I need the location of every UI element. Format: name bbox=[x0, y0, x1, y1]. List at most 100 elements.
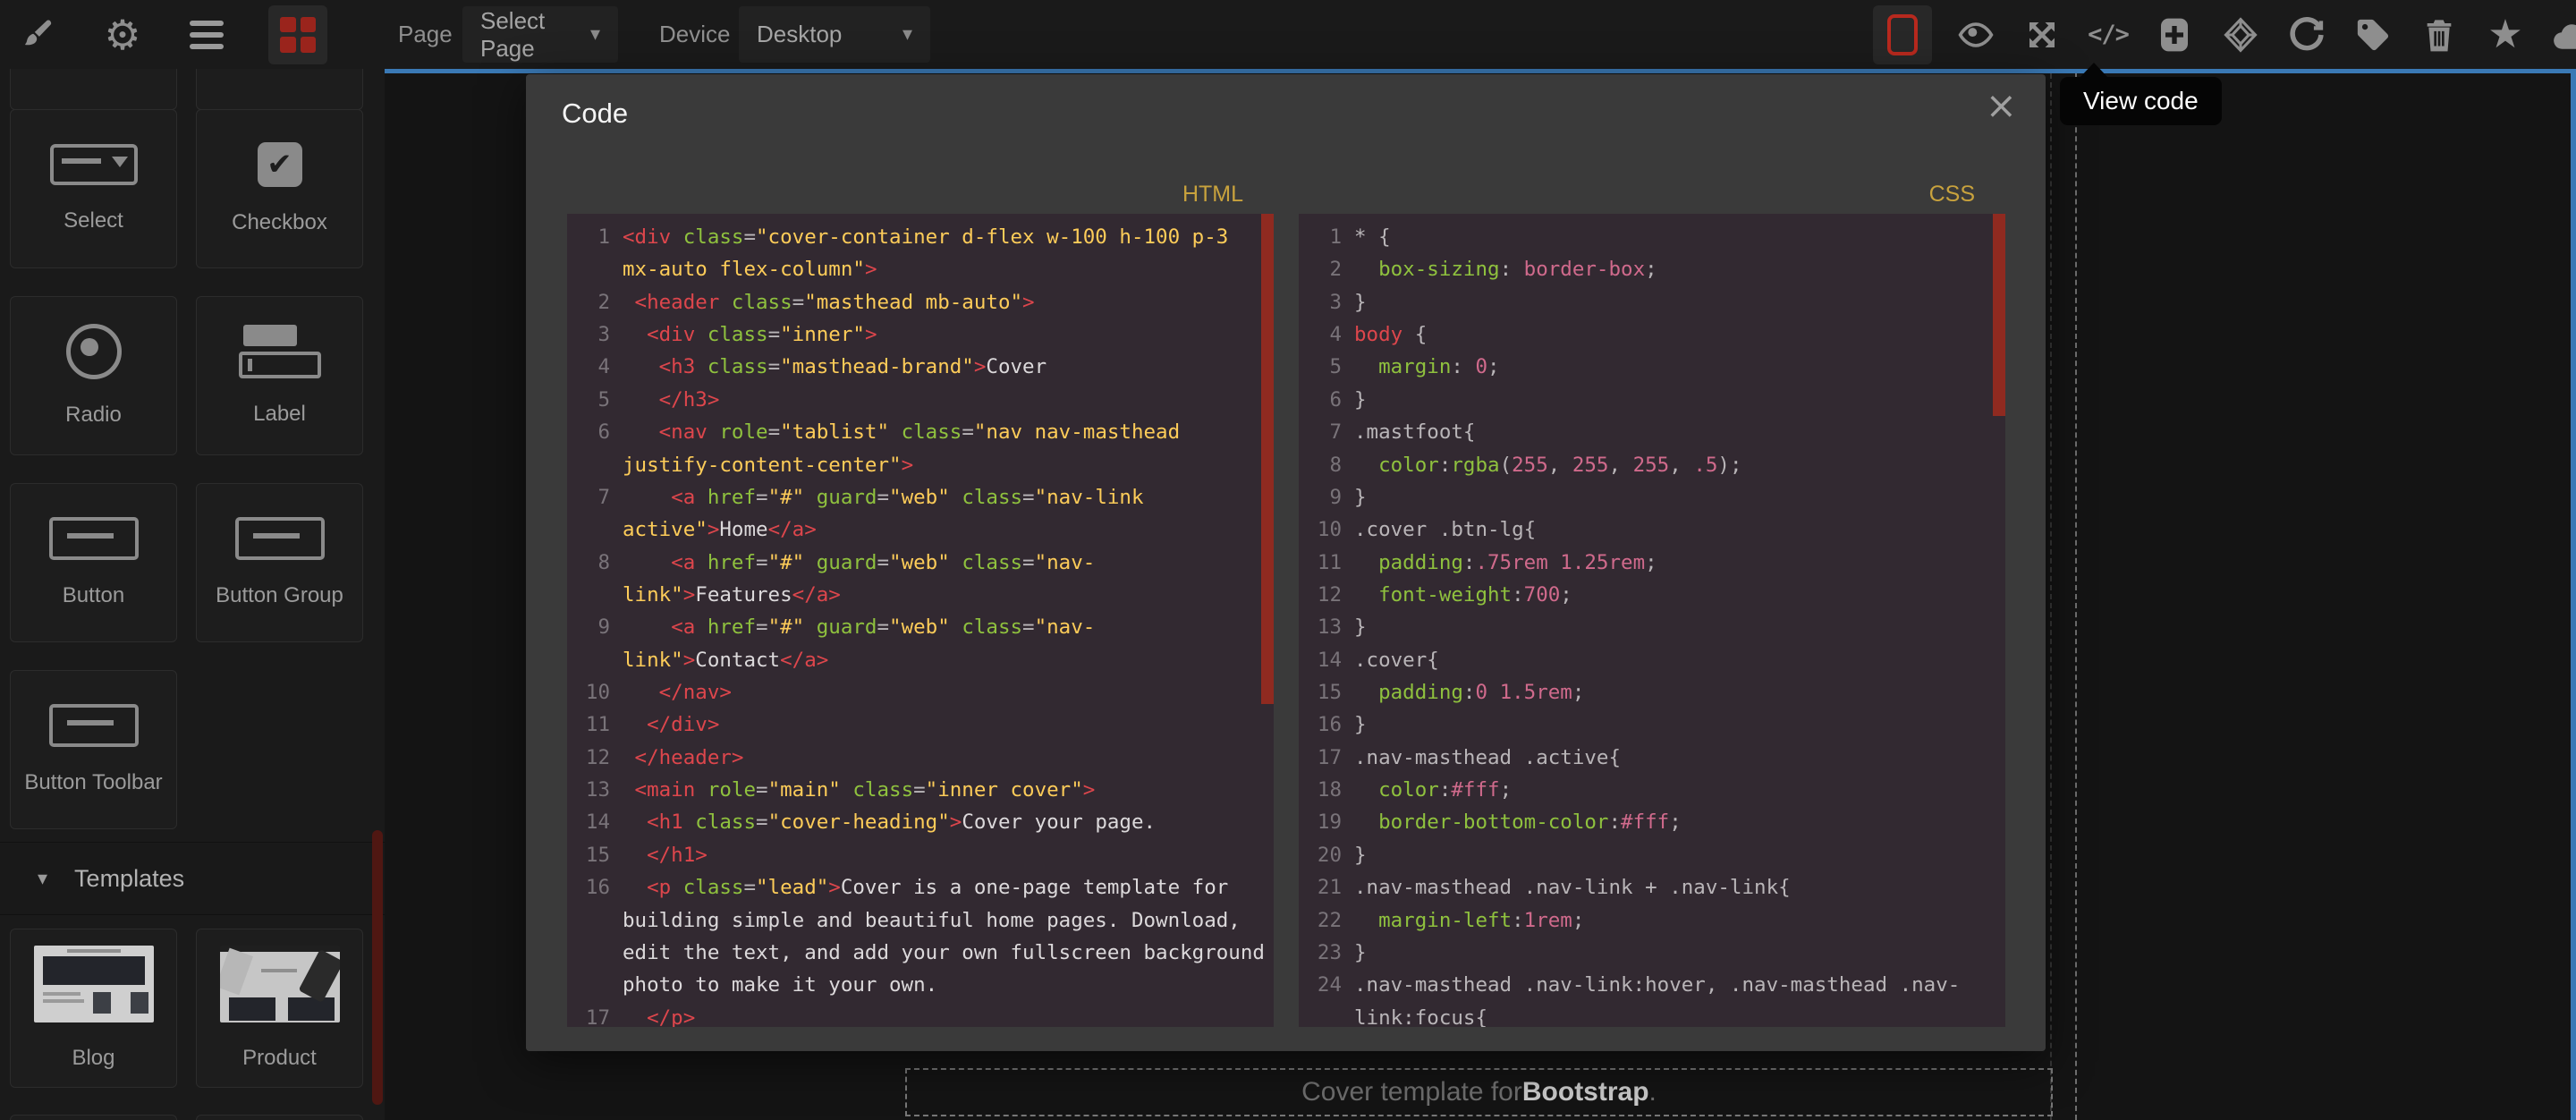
code-line: 19 border-bottom-color:#fff; bbox=[1306, 806, 2005, 838]
line-number: 2 bbox=[574, 286, 610, 318]
block-card-radio[interactable]: Radio bbox=[10, 296, 177, 455]
line-number: 4 bbox=[574, 351, 610, 383]
preview-eye-icon[interactable] bbox=[1953, 5, 1998, 64]
code-line: 16} bbox=[1306, 708, 2005, 741]
sidebar-scrollbar-thumb[interactable] bbox=[372, 830, 383, 1105]
code-line: 18 color:#fff; bbox=[1306, 774, 2005, 806]
block-card-button-group[interactable]: Button Group bbox=[196, 483, 363, 642]
blocks-grid: SelectCheckboxRadio Label Button Button Gro… bbox=[0, 109, 385, 829]
line-number: 19 bbox=[1306, 806, 1342, 838]
line-number: 12 bbox=[574, 742, 610, 774]
html-scrollbar-thumb[interactable] bbox=[1261, 214, 1274, 704]
line-number: 16 bbox=[574, 871, 610, 904]
code-line: 15 padding:0 1.5rem; bbox=[1306, 676, 2005, 708]
block-card-select[interactable]: Select bbox=[10, 109, 177, 268]
block-label: Product bbox=[242, 1046, 317, 1071]
blocks-row-partial bbox=[10, 69, 385, 110]
view-code-icon[interactable]: </> bbox=[2086, 5, 2131, 64]
star-icon[interactable]: ★ bbox=[2483, 5, 2528, 64]
fullscreen-icon[interactable] bbox=[2020, 5, 2064, 64]
component-dashed-border bbox=[2075, 73, 2077, 1120]
toolbar-left-icons: ⚙ bbox=[16, 0, 327, 69]
code-line: justify-content-center"> bbox=[574, 449, 1274, 481]
block-card-product[interactable]: Product bbox=[196, 929, 363, 1088]
block-card-partial[interactable] bbox=[196, 1115, 363, 1120]
open-blocks-icon[interactable] bbox=[268, 5, 327, 64]
line-number: 17 bbox=[574, 1002, 610, 1027]
cover-template-text: Cover template for bbox=[1301, 1077, 1522, 1107]
device-select-dropdown[interactable]: Desktop ▾ bbox=[739, 6, 930, 63]
line-number: 13 bbox=[574, 774, 610, 806]
line-number: 15 bbox=[1306, 676, 1342, 708]
line-number: 6 bbox=[1306, 384, 1342, 416]
trash-icon[interactable] bbox=[2417, 5, 2462, 64]
line-number bbox=[574, 937, 610, 969]
code-line: 14 <h1 class="cover-heading">Cover your … bbox=[574, 806, 1274, 838]
line-number: 4 bbox=[1306, 318, 1342, 351]
code-line: 7.mastfoot{ bbox=[1306, 416, 2005, 448]
block-label: Button Toolbar bbox=[24, 770, 162, 795]
select-icon bbox=[50, 144, 138, 185]
templates-section-header[interactable]: ▾ Templates bbox=[0, 842, 385, 915]
code-line: 1* { bbox=[1306, 221, 2005, 253]
code-line: 12 font-weight:700; bbox=[1306, 579, 2005, 611]
app-root: Cover template for Bootstrap. ⚙ Page Sel… bbox=[0, 0, 2576, 1120]
block-card-checkbox[interactable]: Checkbox bbox=[196, 109, 363, 268]
code-line: photo to make it your own. bbox=[574, 969, 1274, 1001]
code-line: 13 <main role="main" class="inner cover"… bbox=[574, 774, 1274, 806]
gear-icon[interactable]: ⚙ bbox=[100, 5, 145, 64]
box-icon[interactable] bbox=[2218, 5, 2263, 64]
block-label: Label bbox=[253, 402, 306, 427]
gear-icon-glyph: ⚙ bbox=[104, 14, 140, 55]
canvas-highlight-right-border bbox=[2571, 69, 2576, 1120]
red-outline-square bbox=[1887, 14, 1918, 55]
line-number: 16 bbox=[1306, 708, 1342, 741]
canvas-highlight-top-border bbox=[385, 69, 2571, 73]
templates-grid: Blog Product bbox=[0, 929, 385, 1088]
line-number bbox=[574, 513, 610, 546]
block-card-partial[interactable] bbox=[10, 1115, 177, 1120]
code-line: 9 <a href="#" guard="web" class="nav- bbox=[574, 611, 1274, 643]
css-code-editor[interactable]: 1* {2 box-sizing: border-box;3}4body {5 … bbox=[1299, 214, 2005, 1027]
borders-toggle-icon[interactable] bbox=[1873, 5, 1932, 64]
brush-icon[interactable] bbox=[16, 5, 61, 64]
block-card-blog[interactable]: Blog bbox=[10, 929, 177, 1088]
code-line: 4body { bbox=[1306, 318, 2005, 351]
block-card-partial[interactable] bbox=[196, 69, 363, 110]
line-number: 3 bbox=[1306, 286, 1342, 318]
clear-rotate-icon[interactable] bbox=[2284, 5, 2329, 64]
templates-section-label: Templates bbox=[74, 865, 184, 893]
code-line: 21.nav-masthead .nav-link + .nav-link{ bbox=[1306, 871, 2005, 904]
code-line: 24.nav-masthead .nav-link:hover, .nav-ma… bbox=[1306, 969, 2005, 1001]
block-label: Button Group bbox=[216, 583, 343, 608]
cover-template-element[interactable]: Cover template for Bootstrap. bbox=[905, 1068, 2053, 1116]
tag-icon[interactable] bbox=[2351, 5, 2395, 64]
css-scrollbar-thumb[interactable] bbox=[1993, 214, 2005, 416]
block-card-button[interactable]: Button bbox=[10, 483, 177, 642]
button-icon bbox=[49, 704, 139, 747]
html-code-editor[interactable]: 1<div class="cover-container d-flex w-10… bbox=[567, 214, 1274, 1027]
line-number bbox=[574, 579, 610, 611]
block-card-label[interactable]: Label bbox=[196, 296, 363, 455]
device-label: Device bbox=[659, 0, 730, 69]
code-line: 23} bbox=[1306, 937, 2005, 969]
line-number: 24 bbox=[1306, 969, 1342, 1001]
menu-icon[interactable] bbox=[184, 5, 229, 64]
hamburger-bars bbox=[190, 21, 224, 49]
page-select-dropdown[interactable]: Select Page ▾ bbox=[462, 6, 618, 63]
line-number: 17 bbox=[1306, 742, 1342, 774]
block-card-partial[interactable] bbox=[10, 69, 177, 110]
html-panel-label: HTML bbox=[567, 182, 1274, 214]
html-panel: HTML1<div class="cover-container d-flex … bbox=[567, 182, 1274, 1027]
code-line: 16 <p class="lead">Cover is a one-page t… bbox=[574, 871, 1274, 904]
line-number: 10 bbox=[574, 676, 610, 708]
component-dashed-border bbox=[2050, 73, 2052, 1120]
line-number bbox=[574, 253, 610, 285]
line-number: 3 bbox=[574, 318, 610, 351]
close-icon[interactable]: × bbox=[1986, 87, 2017, 124]
blocks-row-partial bbox=[10, 1115, 385, 1120]
cloud-icon[interactable] bbox=[2549, 5, 2576, 64]
block-card-button-toolbar[interactable]: Button Toolbar bbox=[10, 670, 177, 829]
import-icon[interactable] bbox=[2152, 5, 2197, 64]
line-number: 22 bbox=[1306, 904, 1342, 937]
